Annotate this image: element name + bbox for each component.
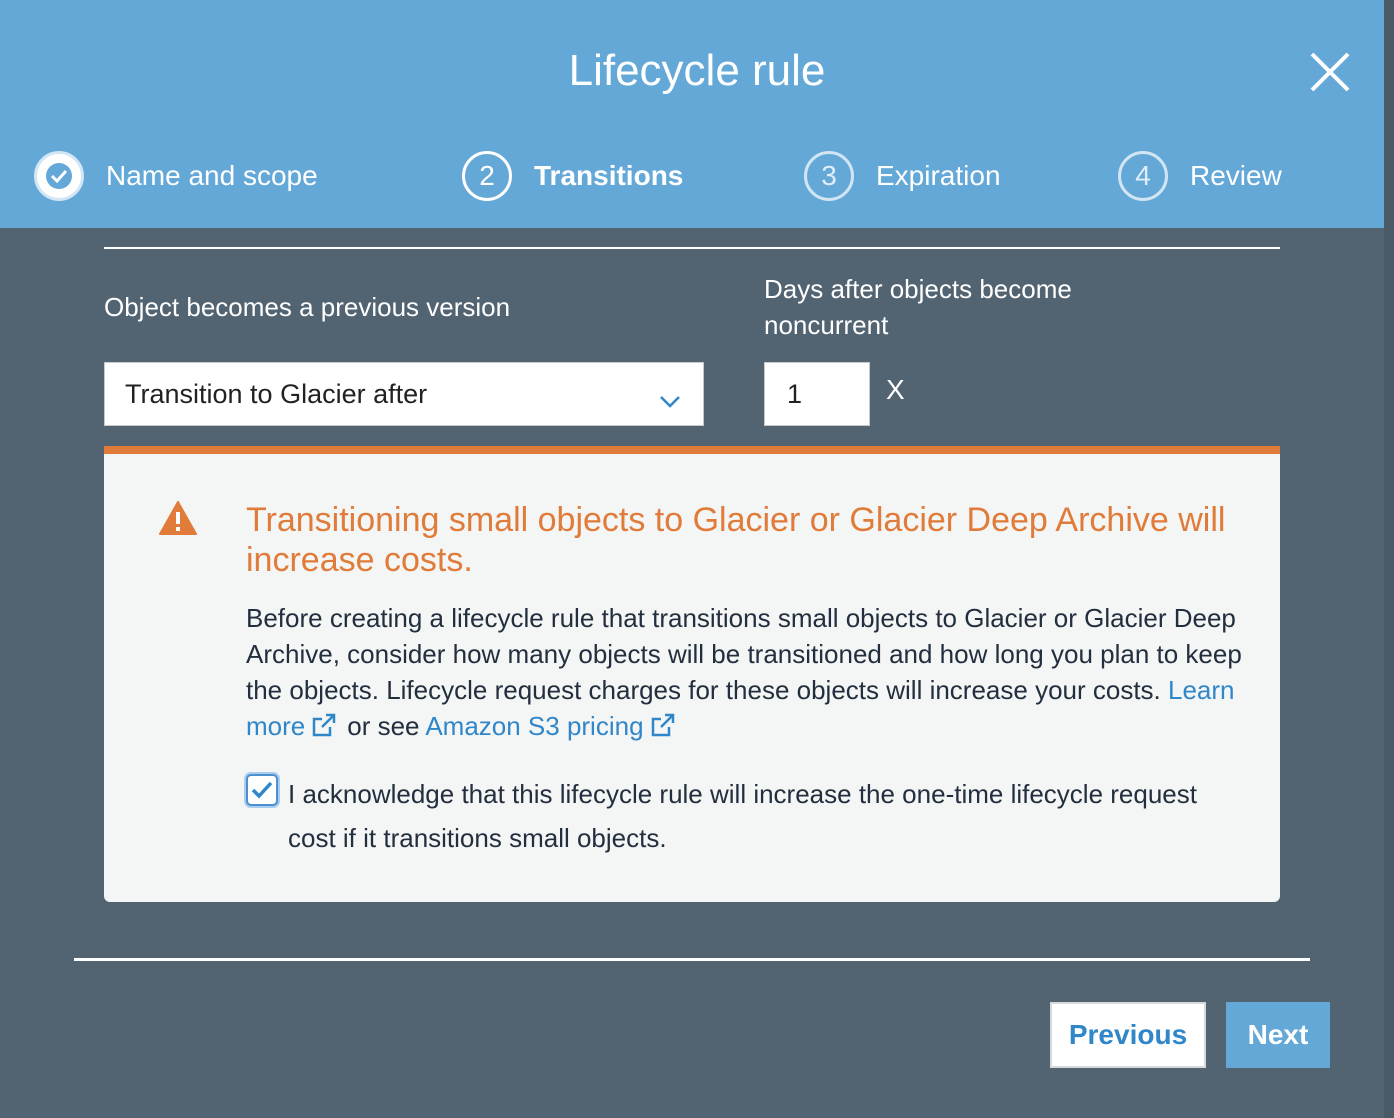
days-input[interactable] — [764, 362, 870, 426]
remove-transition-button[interactable]: X — [886, 374, 905, 406]
step-review[interactable]: 4 Review — [1118, 148, 1282, 204]
transition-type-select[interactable]: Transition to Glacier after — [104, 362, 704, 426]
step-number: 3 — [804, 151, 854, 201]
next-button[interactable]: Next — [1226, 1002, 1330, 1068]
step-expiration[interactable]: 3 Expiration — [804, 148, 1001, 204]
step-transitions[interactable]: 2 Transitions — [462, 148, 683, 204]
or-see-text: or see — [347, 711, 420, 741]
checkmark-icon — [251, 781, 273, 799]
footer-divider — [74, 958, 1310, 961]
modal-header: Lifecycle rule Name and scope 2 Transiti… — [0, 0, 1394, 228]
external-link-icon — [650, 711, 676, 747]
chevron-down-icon — [659, 385, 681, 416]
acknowledge-checkbox[interactable] — [246, 774, 278, 806]
pricing-link[interactable]: Amazon S3 pricing — [425, 711, 643, 741]
step-name-and-scope[interactable]: Name and scope — [34, 148, 318, 204]
external-link-icon — [311, 711, 337, 747]
selected-option: Transition to Glacier after — [125, 378, 428, 409]
scrollbar[interactable] — [1384, 0, 1394, 1118]
check-circle-icon — [34, 151, 84, 201]
step-label: Transitions — [534, 160, 684, 191]
step-label: Expiration — [876, 160, 1001, 191]
step-number: 4 — [1118, 151, 1168, 201]
alert-title: Transitioning small objects to Glacier o… — [246, 501, 1226, 579]
warning-alert: Transitioning small objects to Glacier o… — [104, 446, 1280, 902]
section-divider — [104, 247, 1280, 249]
days-label: Days after objects become noncurrent — [764, 274, 1072, 340]
step-label: Review — [1190, 160, 1282, 191]
step-number: 2 — [462, 151, 512, 201]
acknowledge-label: I acknowledge that this lifecycle rule w… — [288, 779, 1197, 853]
previous-button[interactable]: Previous — [1050, 1002, 1206, 1068]
warning-icon — [158, 500, 198, 541]
step-label: Name and scope — [106, 160, 318, 191]
close-icon[interactable] — [1304, 46, 1356, 98]
modal-title: Lifecycle rule — [568, 46, 826, 95]
transition-type-label: Object becomes a previous version — [104, 292, 511, 322]
alert-body-text: Before creating a lifecycle rule that tr… — [246, 603, 1242, 705]
alert-body: Before creating a lifecycle rule that tr… — [246, 600, 1246, 747]
